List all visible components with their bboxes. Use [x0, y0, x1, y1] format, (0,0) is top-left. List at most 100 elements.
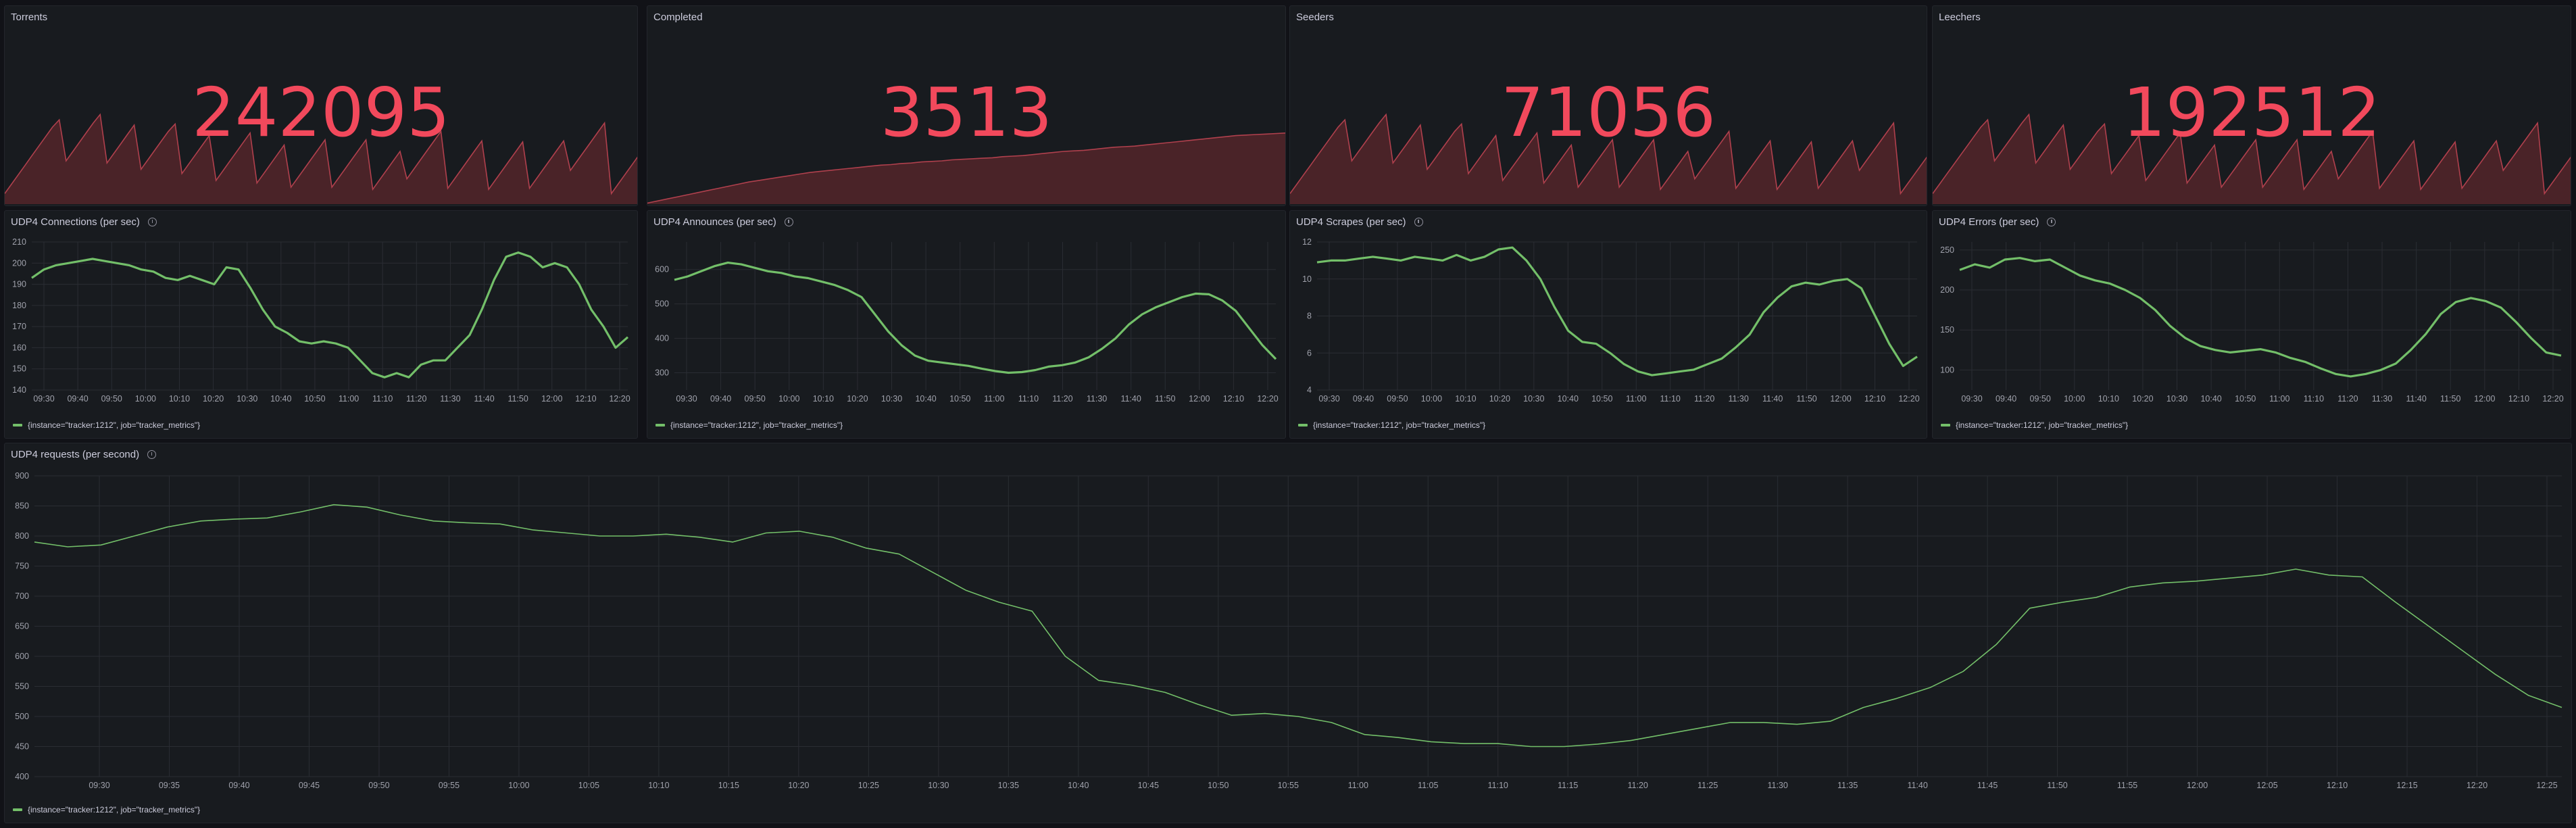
x-tick-label: 12:10: [2327, 781, 2348, 790]
y-tick-label: 150: [1940, 325, 1954, 335]
y-tick-label: 140: [12, 385, 26, 395]
chart-panel-errors[interactable]: UDP4 Errors (per sec) 100 150 200 250 09:30 0…: [1932, 210, 2571, 439]
x-tick-label: 12:00: [2474, 394, 2495, 404]
series-line: [31, 251, 629, 379]
x-tick-label: 11:40: [2406, 394, 2426, 404]
x-tick-label: 11:50: [2440, 394, 2460, 404]
info-icon[interactable]: [784, 218, 793, 226]
y-tick-label: 170: [12, 322, 26, 331]
legend-item[interactable]: {instance="tracker:1212", job="tracker_m…: [1941, 420, 2128, 430]
x-tick-label: 11:50: [2047, 781, 2067, 790]
y-tick-label: 100: [1940, 365, 1954, 374]
stat-panel-completed[interactable]: Completed 3513: [647, 5, 1286, 206]
x-tick-label: 10:10: [169, 394, 190, 404]
x-tick-label: 10:30: [2166, 394, 2187, 404]
x-tick-label: 10:00: [135, 394, 156, 404]
x-tick-label: 10:40: [915, 394, 936, 404]
x-tick-label: 09:55: [439, 781, 460, 790]
chart-panel-announces[interactable]: UDP4 Announces (per sec) 300 400 500 600 09:…: [647, 210, 1286, 439]
x-tick-label: 11:30: [440, 394, 460, 404]
y-tick-label: 10: [1302, 274, 1312, 284]
y-tick-label: 550: [15, 682, 29, 691]
x-tick-label: 12:05: [2256, 781, 2277, 790]
x-tick-label: 10:10: [813, 394, 834, 404]
y-tick-label: 180: [12, 301, 26, 310]
info-icon[interactable]: [147, 218, 157, 226]
x-tick-label: 12:00: [1189, 394, 1210, 404]
stat-panel-leechers[interactable]: Leechers 192512: [1932, 5, 2571, 206]
timeseries-chart[interactable]: 400 450 500 550 600 650 700 750 800 850 900 09:30 09…: [5, 443, 2572, 823]
x-tick-label: 09:30: [89, 781, 109, 790]
x-tick-label: 11:25: [1698, 781, 1718, 790]
x-tick-label: 11:55: [2117, 781, 2137, 790]
x-tick-label: 09:30: [1318, 394, 1339, 404]
y-tick-label: 850: [15, 502, 29, 511]
x-tick-label: 12:10: [575, 394, 596, 404]
panel-title: Seeders: [1296, 11, 1334, 23]
x-tick-label: 12:10: [1864, 394, 1885, 404]
series-line: [34, 504, 2562, 748]
legend-item[interactable]: {instance="tracker:1212", job="tracker_m…: [13, 420, 200, 430]
y-tick-label: 6: [1307, 348, 1312, 358]
info-icon[interactable]: [147, 450, 157, 459]
timeseries-chart[interactable]: 4 6 8 10 12 09:30 09:40 09:50 10:00 10:10 10:20 10:…: [1290, 211, 1927, 439]
y-tick-label: 650: [15, 622, 29, 631]
x-tick-label: 10:15: [718, 781, 739, 790]
stat-value: 192512: [2123, 73, 2381, 152]
x-tick-label: 10:50: [1591, 394, 1612, 404]
x-tick-label: 12:20: [1898, 394, 1919, 404]
chart-grid: [1960, 242, 2561, 390]
x-tick-label: 10:10: [1455, 394, 1476, 404]
x-tick-label: 11:10: [1018, 394, 1039, 404]
x-tick-label: 11:30: [2372, 394, 2392, 404]
x-tick-label: 10:10: [2098, 394, 2119, 404]
x-tick-label: 12:20: [609, 394, 630, 404]
info-icon[interactable]: [1414, 218, 1423, 226]
x-tick-label: 10:30: [928, 781, 949, 790]
y-tick-label: 600: [15, 652, 29, 661]
panel-title: Leechers: [1939, 11, 1981, 23]
legend-item[interactable]: {instance="tracker:1212", job="tracker_m…: [13, 805, 200, 814]
stat-panel-torrents[interactable]: Torrents 242095: [4, 5, 638, 206]
chart-panel-connections[interactable]: UDP4 Connections (per sec) 140 150 160 170 1…: [4, 210, 638, 439]
legend-item[interactable]: {instance="tracker:1212", job="tracker_m…: [1298, 420, 1485, 430]
x-tick-label: 10:00: [508, 781, 529, 790]
y-tick-label: 200: [1940, 285, 1954, 295]
stat-value: 3513: [880, 73, 1053, 152]
x-tick-label: 11:00: [1626, 394, 1646, 404]
x-tick-label: 10:30: [1523, 394, 1544, 404]
y-tick-label: 210: [12, 237, 26, 247]
panel-title: UDP4 Announces (per sec): [653, 216, 793, 228]
x-tick-label: 10:30: [881, 394, 902, 404]
x-tick-label: 09:40: [1996, 394, 2016, 404]
timeseries-chart[interactable]: 300 400 500 600 09:30 09:40 09:50 10:00 10:10 10:…: [647, 211, 1286, 439]
panel-title: Torrents: [11, 11, 48, 23]
y-tick-label: 4: [1307, 385, 1312, 395]
timeseries-chart[interactable]: 140 150 160 170 180 190 200 210 09:30 09:40 09:50 1…: [5, 211, 638, 439]
y-tick-label: 250: [1940, 245, 1954, 255]
x-tick-label: 12:10: [1223, 394, 1244, 404]
timeseries-chart[interactable]: 100 150 200 250 09:30 09:40 09:50 10:00 10:10 10:…: [1933, 211, 2571, 439]
x-tick-label: 11:00: [2269, 394, 2289, 404]
x-tick-label: 09:45: [299, 781, 320, 790]
x-tick-label: 09:40: [710, 394, 731, 404]
x-tick-label: 11:40: [474, 394, 494, 404]
x-tick-label: 10:50: [304, 394, 325, 404]
x-tick-label: 11:20: [406, 394, 426, 404]
x-tick-label: 11:10: [1660, 394, 1681, 404]
legend-item[interactable]: {instance="tracker:1212", job="tracker_m…: [655, 420, 843, 430]
info-icon[interactable]: [2047, 218, 2056, 226]
x-tick-label: 10:40: [1558, 394, 1579, 404]
x-tick-label: 11:40: [1762, 394, 1783, 404]
x-tick-label: 09:30: [1961, 394, 1982, 404]
series-line: [674, 262, 1277, 374]
x-tick-label: 09:50: [2030, 394, 2051, 404]
x-tick-label: 10:05: [578, 781, 599, 790]
chart-panel-scrapes[interactable]: UDP4 Scrapes (per sec) 4 6 8 10 12 09:30 09:40…: [1289, 210, 1927, 439]
x-tick-label: 10:50: [949, 394, 970, 404]
x-tick-label: 11:30: [1767, 781, 1787, 790]
stat-panel-seeders[interactable]: Seeders 71056: [1289, 5, 1927, 206]
chart-panel-requests[interactable]: UDP4 requests (per second) 400 450 500 550 6…: [4, 443, 2572, 823]
x-tick-label: 11:50: [1796, 394, 1816, 404]
y-tick-label: 500: [655, 299, 669, 309]
